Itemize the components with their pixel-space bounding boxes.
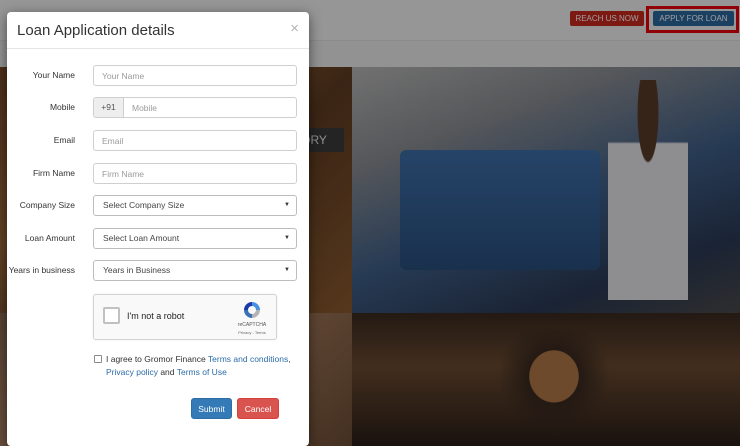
loan-application-modal: Loan Application details × Your Name Mob… — [7, 12, 309, 446]
company-size-select[interactable]: Select Company Size ▼ — [93, 195, 297, 216]
loan-amount-select[interactable]: Select Loan Amount ▼ — [93, 228, 297, 249]
email-row: Email — [7, 130, 309, 152]
agree-prefix: I agree to Gromor Finance — [106, 354, 208, 364]
close-icon[interactable]: × — [290, 20, 299, 37]
modal-title: Loan Application details — [17, 22, 175, 39]
mobile-label: Mobile — [49, 102, 75, 112]
firm-name-label: Firm Name — [32, 168, 75, 178]
submit-button[interactable]: Submit — [191, 398, 232, 419]
privacy-policy-link[interactable]: Privacy policy — [106, 367, 158, 377]
company-size-row: Company Size Select Company Size ▼ — [7, 195, 309, 217]
terms-agreement: I agree to Gromor Finance Terms and cond… — [94, 353, 294, 379]
years-business-value: Years in Business — [103, 265, 171, 275]
mobile-row: Mobile +91 — [7, 97, 309, 119]
agree-and: and — [157, 367, 177, 377]
recaptcha-links[interactable]: Privacy - Terms — [232, 330, 272, 335]
recaptcha-label: I'm not a robot — [127, 311, 185, 321]
years-business-row: Years in business Years in Business ▼ — [7, 260, 309, 282]
terms-of-use-link[interactable]: Terms of Use — [177, 367, 227, 377]
cancel-button[interactable]: Cancel — [237, 398, 279, 419]
agree-comma: , — [288, 354, 291, 364]
firm-name-input[interactable] — [93, 163, 297, 184]
country-code-prefix: +91 — [93, 97, 124, 118]
company-size-value: Select Company Size — [103, 200, 185, 210]
years-business-label: Years in business — [8, 265, 75, 275]
years-business-select[interactable]: Years in Business ▼ — [93, 260, 297, 281]
agree-text: I agree to Gromor Finance Terms and cond… — [94, 353, 294, 379]
name-label: Your Name — [32, 70, 75, 80]
loan-amount-value: Select Loan Amount — [103, 233, 180, 243]
dropdown-caret-icon: ▼ — [284, 267, 290, 273]
recaptcha-checkbox[interactable] — [103, 307, 120, 324]
terms-link[interactable]: Terms and conditions — [208, 354, 288, 364]
mobile-input[interactable] — [123, 97, 297, 118]
loan-amount-row: Loan Amount Select Loan Amount ▼ — [7, 228, 309, 250]
recaptcha-brand: reCAPTCHA — [237, 322, 267, 328]
email-label: Email — [53, 135, 75, 145]
email-input[interactable] — [93, 130, 297, 151]
dropdown-caret-icon: ▼ — [284, 202, 290, 208]
recaptcha-logo-icon — [244, 302, 260, 318]
firm-name-row: Firm Name — [7, 163, 309, 185]
agree-checkbox[interactable] — [94, 355, 102, 363]
name-row: Your Name — [7, 65, 309, 87]
recaptcha-widget: I'm not a robot reCAPTCHA Privacy - Term… — [93, 294, 277, 340]
company-size-label: Company Size — [19, 200, 75, 210]
loan-amount-label: Loan Amount — [24, 233, 75, 243]
name-input[interactable] — [93, 65, 297, 86]
modal-header: Loan Application details × — [7, 12, 309, 49]
dropdown-caret-icon: ▼ — [284, 235, 290, 241]
